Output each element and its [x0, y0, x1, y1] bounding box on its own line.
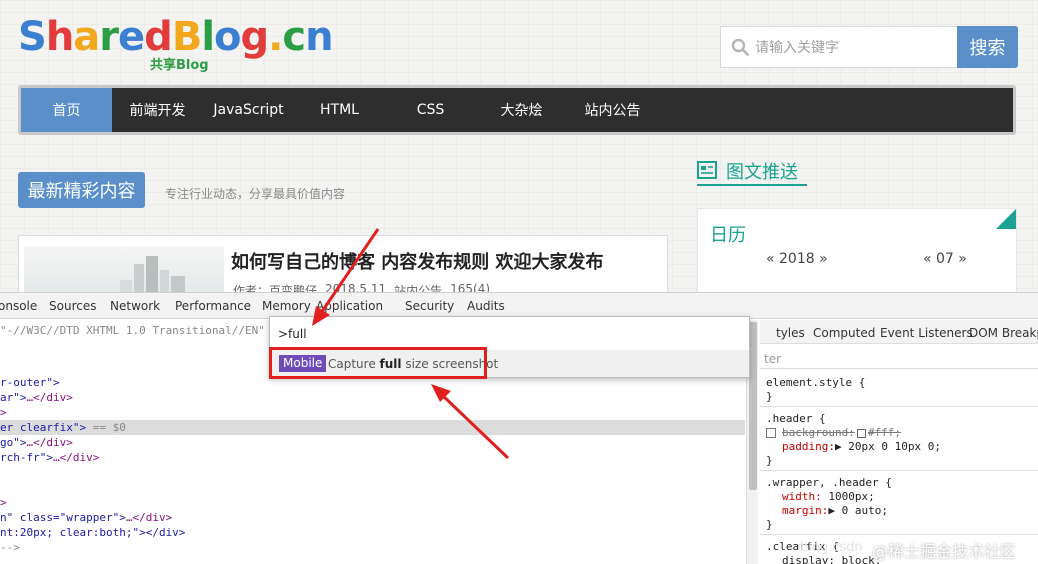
code-line[interactable]: > — [0, 495, 745, 510]
search-bar: 搜索 — [720, 26, 1018, 68]
code-text: == $0 — [86, 421, 126, 434]
rule-property-row: margin:▶ 0 auto; — [782, 504, 888, 517]
nav-item-javascript[interactable]: JavaScript — [203, 88, 294, 132]
search-icon — [731, 38, 749, 56]
property-value[interactable]: ▶ 0 auto; — [828, 504, 888, 517]
search-button[interactable]: 搜索 — [957, 26, 1018, 68]
property-value[interactable]: #fff; — [868, 426, 901, 439]
property-name[interactable]: padding: — [782, 440, 835, 453]
tab-performance[interactable]: Performance — [175, 299, 251, 313]
code-line[interactable]: rch-fr">…</div> — [0, 450, 745, 465]
rule-property-row: padding:▶ 20px 0 10px 0; — [782, 440, 941, 453]
code-text: r-outer"> — [0, 376, 60, 389]
code-line[interactable]: --> — [0, 540, 745, 555]
nav-item-css[interactable]: CSS — [385, 88, 476, 132]
property-checkbox[interactable] — [766, 428, 776, 438]
rule-close: } — [766, 454, 773, 467]
calendar-year-nav[interactable]: « 2018 » — [766, 251, 828, 267]
code-text: go"> — [0, 436, 27, 449]
property-value[interactable]: 1000px; — [822, 490, 874, 503]
calendar-title: 日历 — [710, 225, 746, 246]
property-name[interactable]: width: — [782, 490, 822, 503]
logo-subtitle: 共享Blog — [150, 58, 209, 73]
tab-event-listeners[interactable]: Event Listeners — [880, 326, 973, 340]
sidebar-heading-label: 图文推送 — [726, 162, 798, 183]
section-subtitle: 专注行业动态，分享最具价值内容 — [165, 187, 346, 201]
nav-item-announcements[interactable]: 站内公告 — [567, 88, 658, 132]
styles-pane: tyles Computed Event Listeners DOM Break… — [760, 320, 1038, 564]
post-title[interactable]: 如何写自己的博客 内容发布规则 欢迎大家发布 — [231, 248, 604, 274]
property-name[interactable]: background: — [782, 426, 855, 439]
main-nav: 首页 前端开发 JavaScript HTML CSS 大杂烩 站内公告 — [18, 85, 1016, 135]
rule-property-row: width: 1000px; — [782, 490, 875, 503]
sidebar-heading: 图文推送 — [697, 158, 807, 186]
rule-selector[interactable]: .wrapper, .header { — [766, 476, 892, 489]
code-text: rch-fr"> — [0, 451, 53, 464]
code-text: > — [0, 496, 7, 509]
nav-item-frontend[interactable]: 前端开发 — [112, 88, 203, 132]
tab-audits[interactable]: Audits — [467, 299, 505, 313]
divider — [760, 470, 1038, 471]
rule-property-row: background: #fff; — [766, 426, 901, 439]
scrollbar-thumb[interactable] — [749, 322, 757, 490]
image-text-icon — [697, 161, 717, 179]
code-doctype: "-//W3C//DTD XHTML 1.0 Transitional//EN" — [0, 324, 265, 337]
calendar-month-nav[interactable]: « 07 » — [923, 251, 967, 267]
divider — [760, 406, 1038, 407]
section-title: 最新精彩内容 — [18, 172, 145, 208]
tab-security[interactable]: Security — [405, 299, 454, 313]
tab-application[interactable]: Application — [316, 299, 383, 313]
divider — [760, 368, 1038, 369]
tab-console[interactable]: onsole — [0, 299, 37, 313]
rule-close: } — [766, 390, 773, 403]
command-input[interactable]: >full — [278, 327, 307, 341]
rule-selector[interactable]: .header { — [766, 412, 826, 425]
highlight-box — [269, 347, 487, 379]
nav-item-home[interactable]: 首页 — [21, 88, 112, 132]
calendar-corner-mark — [976, 209, 1016, 229]
code-line[interactable]: > — [0, 405, 745, 420]
nav-item-misc[interactable]: 大杂烩 — [476, 88, 567, 132]
tab-memory[interactable]: Memory — [262, 299, 311, 313]
code-text: ar"> — [0, 391, 27, 404]
code-text: …</div> — [125, 511, 173, 524]
tab-network[interactable]: Network — [110, 299, 160, 313]
tab-sources[interactable]: Sources — [49, 299, 96, 313]
property-value[interactable]: ▶ 20px 0 10px 0; — [835, 440, 941, 453]
search-box — [720, 26, 958, 68]
code-line[interactable]: go">…</div> — [0, 435, 745, 450]
tab-dom-breakpoints[interactable]: DOM Breakpo — [969, 326, 1038, 340]
property-name[interactable]: margin: — [782, 504, 828, 517]
code-text: …</div> — [52, 451, 100, 464]
main-panel: 最新精彩内容 专注行业动态，分享最具价值内容 如何写自己的博客 内容发布规则 欢… — [18, 160, 668, 306]
code-text: n" class="wrapper"> — [0, 511, 126, 524]
divider — [760, 534, 1038, 535]
code-line[interactable]: nt:20px; clear:both;"></div> — [0, 525, 745, 540]
code-line[interactable]: n" class="wrapper">…</div> — [0, 510, 745, 525]
watermark: @稀土掘金技术社区 — [872, 542, 1017, 561]
site-logo[interactable]: SharedBlog.cn 共享Blog — [18, 14, 334, 73]
nav-item-html[interactable]: HTML — [294, 88, 385, 132]
code-text: --> — [0, 541, 20, 554]
watermark-faint: blog.csdn — [800, 540, 863, 555]
tab-styles[interactable]: tyles — [776, 326, 805, 340]
color-swatch[interactable] — [856, 428, 866, 438]
code-text: …</div> — [26, 391, 73, 404]
rule-close: } — [766, 518, 773, 531]
code-text: …</div> — [26, 436, 73, 449]
styles-tabbar: tyles Computed Event Listeners DOM Break… — [760, 320, 1038, 344]
search-input[interactable] — [755, 37, 951, 59]
code-line[interactable]: ar">…</div> — [0, 390, 745, 405]
code-text: nt:20px; clear:both;"></div> — [0, 526, 186, 539]
code-line-selected[interactable]: er clearfix"> == $0 — [0, 420, 745, 435]
rule-property-row[interactable]: display: block; — [782, 554, 881, 564]
code-text: > — [0, 406, 7, 419]
rule-selector[interactable]: element.style { — [766, 376, 865, 389]
code-text: er clearfix"> — [0, 421, 87, 434]
tab-computed[interactable]: Computed — [813, 326, 875, 340]
styles-filter-input[interactable]: ter — [764, 352, 781, 366]
